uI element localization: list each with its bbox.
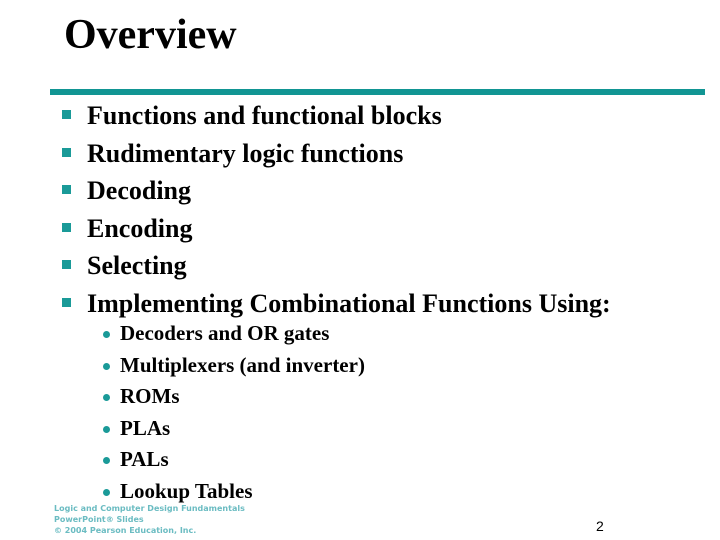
sub-bullet-text: ROMs: [120, 384, 180, 408]
square-bullet-icon: [62, 147, 71, 157]
page-number: 2: [596, 518, 604, 534]
bullet-text: Decoding: [87, 176, 191, 205]
sub-bullet-text: Decoders and OR gates: [120, 321, 330, 345]
dot-bullet-icon: [103, 488, 110, 496]
sub-bullet-text: PALs: [120, 447, 169, 471]
dot-bullet-icon: [103, 457, 110, 464]
square-bullet-icon: [62, 185, 71, 194]
footer-line-book: Logic and Computer Design Fundamentals: [54, 504, 245, 513]
square-bullet-icon: [62, 110, 71, 119]
bullet-text: Encoding: [87, 213, 193, 243]
dot-bullet-icon: [103, 362, 110, 370]
bullet-text: Selecting: [87, 251, 187, 280]
square-bullet-icon: [62, 297, 71, 307]
dot-bullet-icon: [103, 425, 110, 433]
dot-bullet-icon: [103, 394, 110, 401]
bullet-text: Rudimentary logic functions: [87, 138, 404, 168]
footer-line-slides: PowerPoint® Slides: [54, 515, 144, 524]
bullet-text: Functions and functional blocks: [87, 101, 442, 130]
square-bullet-icon: [62, 260, 71, 269]
footer-line-copyright: © 2004 Pearson Education, Inc.: [54, 526, 197, 535]
bullet-text: Implementing Combinational Functions Usi…: [87, 288, 611, 318]
slide-title: Overview: [64, 12, 237, 58]
square-bullet-icon: [62, 222, 71, 232]
sub-bullet-text: Multiplexers (and inverter): [120, 352, 365, 377]
footer-credit: Logic and Computer Design Fundamentals P…: [54, 503, 245, 536]
sub-bullet-text: PLAs: [120, 415, 171, 440]
dot-bullet-icon: [103, 331, 110, 338]
title-divider: [50, 89, 705, 95]
